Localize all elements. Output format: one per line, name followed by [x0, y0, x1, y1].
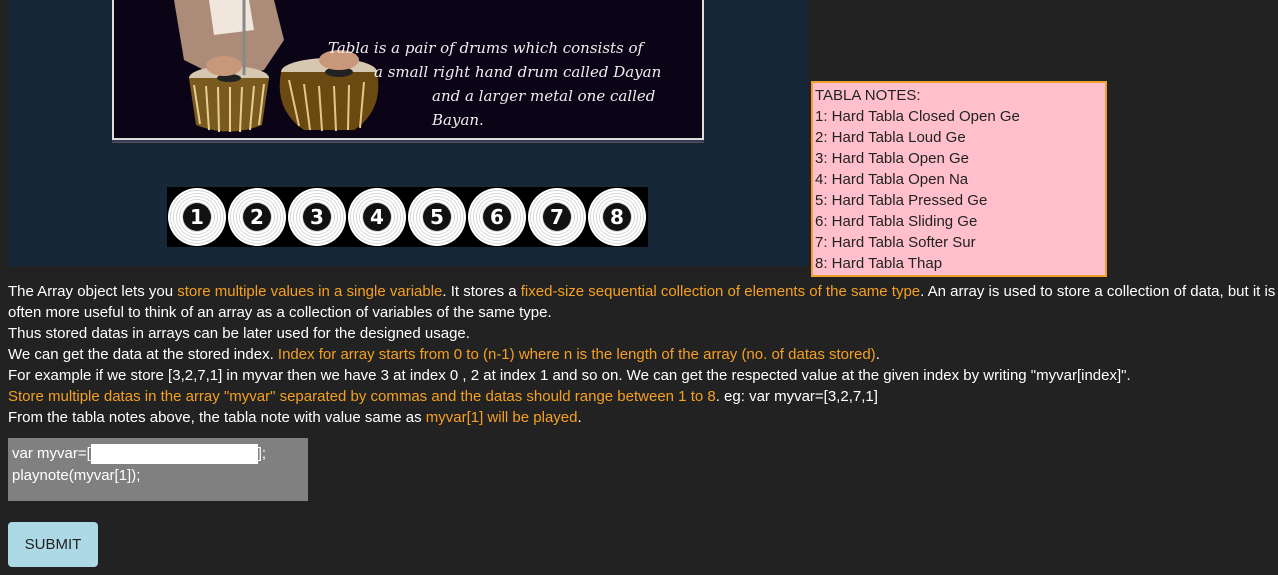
highlight-text: Store multiple datas in the array "myvar… [8, 388, 716, 405]
pad-number: 7 [543, 203, 571, 231]
code-prefix: var myvar=[ [12, 445, 91, 462]
tabla-pad-3[interactable]: 3 [287, 187, 347, 247]
lesson-description: The Array object lets you store multiple… [8, 281, 1278, 428]
text: . eg: var myvar=[3,2,7,1] [715, 388, 878, 405]
pad-number: 2 [243, 203, 271, 231]
text: From the tabla notes above, the tabla no… [8, 409, 426, 426]
note-item: 3: Hard Tabla Open Ge [815, 150, 969, 167]
pad-disc: 1 [168, 188, 226, 246]
caption-line: and a larger metal one called Bayan. [432, 87, 656, 129]
description-paragraph-3: We can get the data at the stored index.… [8, 344, 1278, 365]
caption-line: Tabla is a pair of drums which consists … [328, 39, 644, 57]
code-editor-box: var myvar=[]; playnote(myvar[1]); [8, 438, 308, 501]
pad-disc: 6 [468, 188, 526, 246]
note-item: 7: Hard Tabla Softer Sur [815, 234, 976, 251]
tabla-pad-1[interactable]: 1 [167, 187, 227, 247]
tabla-banner: Tabla is a pair of drums which consists … [112, 0, 704, 143]
highlight-text: fixed-size sequential collection of elem… [520, 283, 921, 300]
pad-number: 1 [183, 203, 211, 231]
pad-number: 5 [423, 203, 451, 231]
tabla-pad-5[interactable]: 5 [407, 187, 467, 247]
pad-disc: 7 [528, 188, 586, 246]
description-paragraph-2: Thus stored datas in arrays can be later… [8, 325, 470, 342]
tabla-pad-7[interactable]: 7 [527, 187, 587, 247]
tabla-pad-6[interactable]: 6 [467, 187, 527, 247]
tabla-caption: Tabla is a pair of drums which consists … [324, 36, 704, 132]
code-suffix: ]; [257, 445, 267, 462]
pad-disc: 8 [588, 188, 646, 246]
pad-number: 4 [363, 203, 391, 231]
note-item: 8: Hard Tabla Thap [815, 255, 943, 272]
pad-number: 3 [303, 203, 331, 231]
description-paragraph-6: From the tabla notes above, the tabla no… [8, 407, 1278, 428]
caption-line: a small right hand drum called Dayan [374, 63, 662, 81]
code-line-2: playnote(myvar[1]); [12, 467, 141, 484]
note-item: 5: Hard Tabla Pressed Ge [815, 192, 988, 209]
note-item: 4: Hard Tabla Open Na [815, 171, 969, 188]
tabla-pad-row: 1 2 3 4 5 6 7 8 [167, 187, 648, 247]
text: We can get the data at the stored index. [8, 346, 278, 363]
text: . It stores a [442, 283, 521, 300]
highlight-text: myvar[1] will be played [425, 409, 578, 426]
pad-number: 6 [483, 203, 511, 231]
note-item: 2: Hard Tabla Loud Ge [815, 129, 966, 146]
pad-disc: 4 [348, 188, 406, 246]
myvar-input[interactable] [90, 444, 258, 465]
description-paragraph-4: For example if we store [3,2,7,1] in myv… [8, 367, 1131, 384]
pad-number: 8 [603, 203, 631, 231]
notes-title: TABLA NOTES: [815, 87, 921, 104]
description-paragraph-5: Store multiple datas in the array "myvar… [8, 386, 1278, 407]
text: . [875, 346, 880, 363]
pad-disc: 2 [228, 188, 286, 246]
submit-button[interactable]: SUBMIT [8, 522, 98, 567]
tabla-pad-4[interactable]: 4 [347, 187, 407, 247]
note-item: 6: Hard Tabla Sliding Ge [815, 213, 978, 230]
highlight-text: Index for array starts from 0 to (n-1) w… [277, 346, 876, 363]
tabla-notes-box: TABLA NOTES: 1: Hard Tabla Closed Open G… [811, 81, 1107, 277]
tabla-pad-2[interactable]: 2 [227, 187, 287, 247]
text: . [577, 409, 582, 426]
text: The Array object lets you [8, 283, 178, 300]
pad-disc: 5 [408, 188, 466, 246]
code-line-1: var myvar=[]; [12, 443, 308, 465]
tabla-pad-8[interactable]: 8 [587, 187, 647, 247]
pad-disc: 3 [288, 188, 346, 246]
note-item: 1: Hard Tabla Closed Open Ge [815, 108, 1020, 125]
highlight-text: store multiple values in a single variab… [177, 283, 443, 300]
description-paragraph-1: The Array object lets you store multiple… [8, 281, 1278, 323]
